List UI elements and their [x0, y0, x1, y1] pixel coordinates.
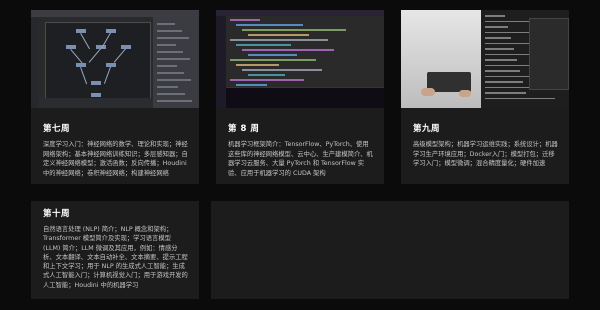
lecture-video-thumbnail — [401, 10, 569, 108]
course-card-week-10: 第十周 自然语言处理 (NLP) 简介；NLP 概念和架构；Transforme… — [31, 201, 199, 299]
card-description: 自然语言处理 (NLP) 简介；NLP 概念和架构；Transformer 模型… — [43, 226, 188, 289]
card-title: 第 8 周 — [228, 124, 260, 134]
card-description: 机器学习框架简介：TensorFlow、PyTorch、使用这些库的神经网络模型… — [228, 141, 373, 177]
code-editor-thumbnail — [216, 10, 384, 108]
course-card-week-8: 第 8 周 机器学习框架简介：TensorFlow、PyTorch、使用这些库的… — [216, 10, 384, 184]
empty-card-panel — [211, 201, 569, 299]
card-title: 第十周 — [43, 209, 71, 219]
card-description: 高级模型架构；机器学习运维实践；系统设计；机器学习生产环境应用；Docker入门… — [413, 141, 558, 168]
card-title: 第七周 — [43, 124, 71, 134]
card-title: 第九周 — [413, 124, 441, 134]
houdini-screenshot-thumbnail — [31, 10, 199, 108]
card-description: 深度学习入门：神经网络的数学、理论和实现；神经网络架构；基本神经网络训练知识；多… — [43, 141, 188, 177]
course-card-week-7: 第七周 深度学习入门：神经网络的数学、理论和实现；神经网络架构；基本神经网络训练… — [31, 10, 199, 184]
course-card-week-9: 第九周 高级模型架构；机器学习运维实践；系统设计；机器学习生产环境应用；Dock… — [401, 10, 569, 184]
